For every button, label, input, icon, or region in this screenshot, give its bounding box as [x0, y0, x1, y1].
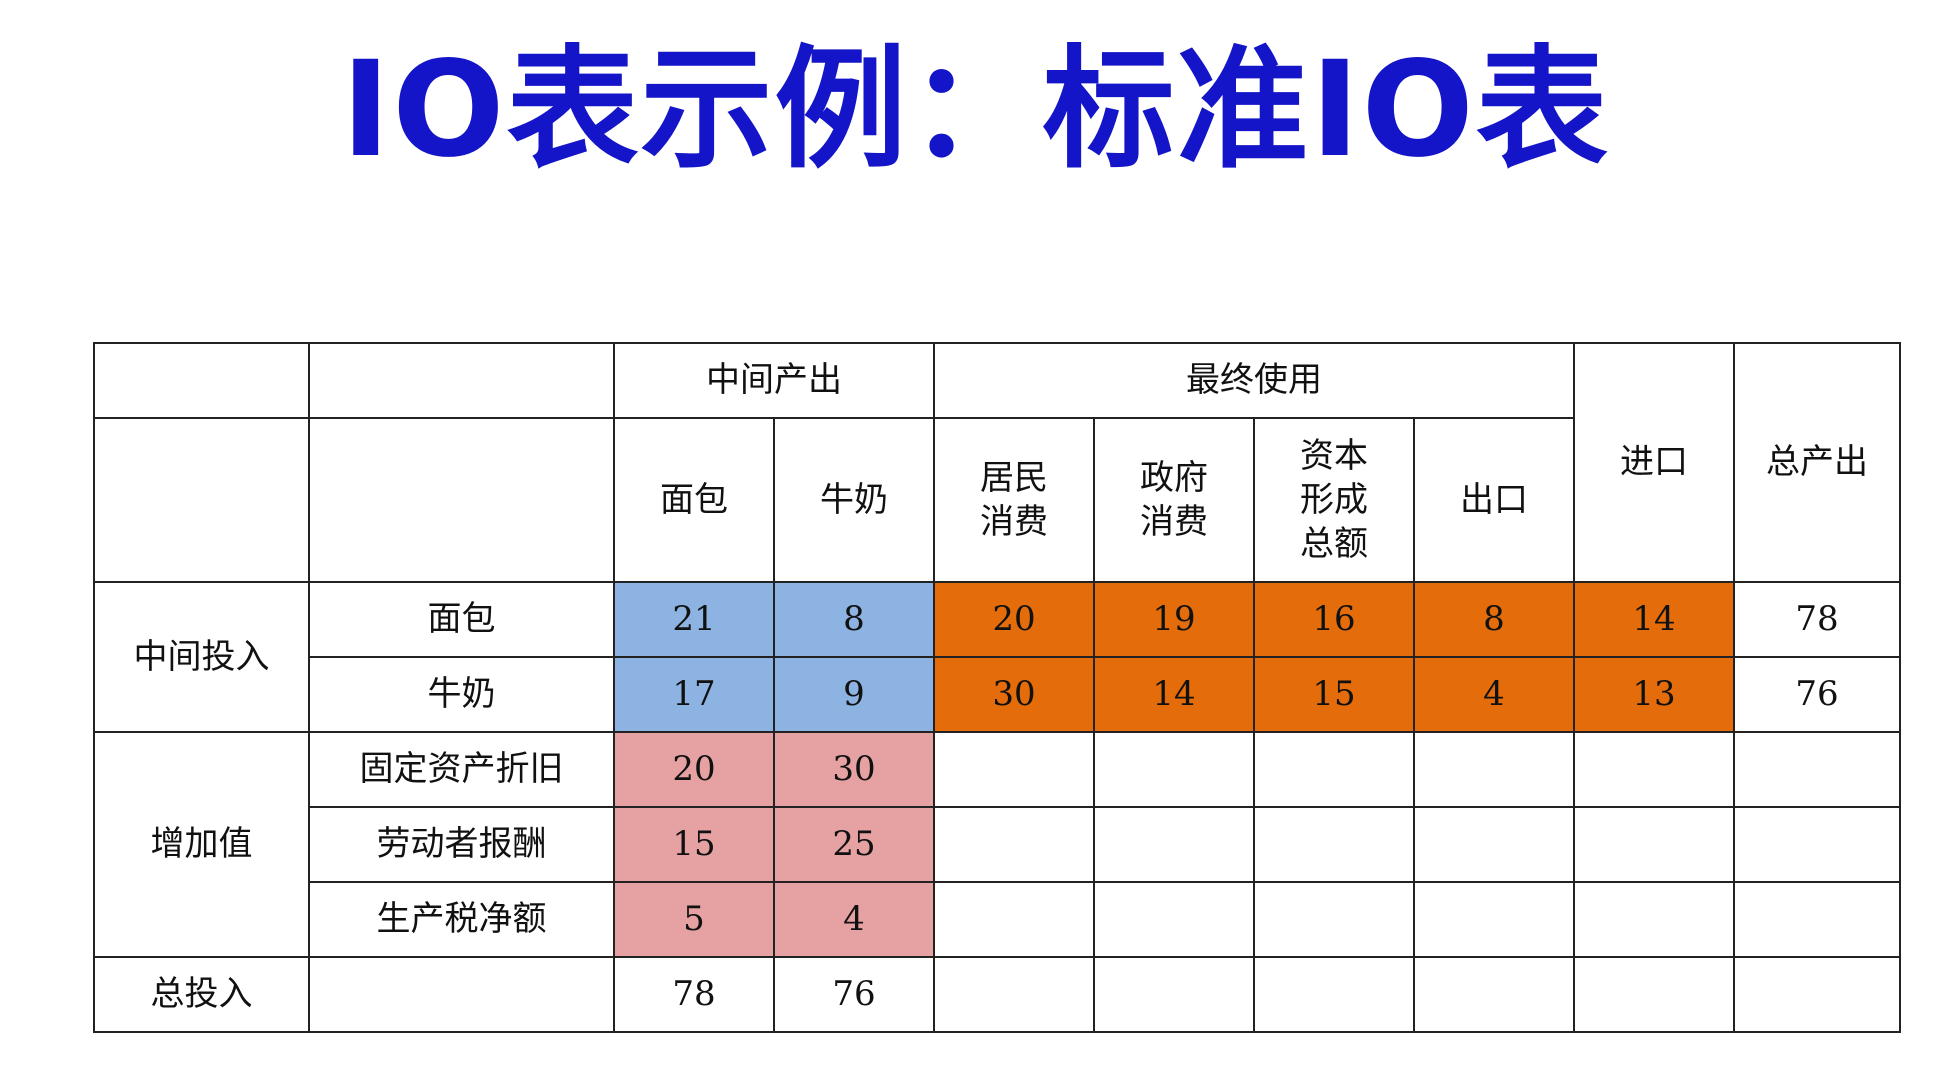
row-label-compensation: 劳动者报酬 — [308, 806, 615, 883]
empty-cell — [1573, 806, 1735, 883]
cell-bread-milk: 8 — [773, 581, 935, 658]
row-label-milk: 牛奶 — [308, 656, 615, 733]
row-group-value-added: 增加值 — [93, 731, 310, 958]
header-government-consumption: 政府 消费 — [1093, 417, 1255, 583]
empty-cell — [1573, 881, 1735, 958]
empty-cell — [1413, 806, 1575, 883]
cell-bread-export: 8 — [1413, 581, 1575, 658]
empty-cell — [1253, 881, 1415, 958]
header-household-consumption: 居民 消费 — [933, 417, 1095, 583]
empty-cell — [1253, 731, 1415, 808]
empty-cell — [933, 806, 1095, 883]
empty-cell — [1413, 731, 1575, 808]
row-group-intermediate-input: 中间投入 — [93, 581, 310, 733]
empty-cell — [1733, 731, 1901, 808]
cell-tax-milk: 4 — [773, 881, 935, 958]
empty-cell — [1253, 806, 1415, 883]
empty-cell — [933, 881, 1095, 958]
empty-cell — [1733, 881, 1901, 958]
empty-cell — [1573, 731, 1735, 808]
empty-cell — [1093, 956, 1255, 1033]
corner-cell — [93, 342, 310, 419]
table-row-compensation: 劳动者报酬 15 25 — [94, 806, 1901, 883]
corner-cell — [308, 417, 615, 583]
row-label-bread: 面包 — [308, 581, 615, 658]
cell-depreciation-bread: 20 — [613, 731, 775, 808]
header-intermediate-output: 中间产出 — [613, 342, 935, 419]
cell-milk-household: 30 — [933, 656, 1095, 733]
row-label-total-input: 总投入 — [93, 956, 310, 1033]
empty-cell — [1573, 956, 1735, 1033]
cell-compensation-bread: 15 — [613, 806, 775, 883]
header-total-output: 总产出 — [1733, 342, 1901, 583]
row-label-depreciation: 固定资产折旧 — [308, 731, 615, 808]
table-row-total-input: 总投入 78 76 — [93, 956, 1901, 1033]
table-row-milk: 牛奶 17 9 30 14 15 4 13 76 — [94, 656, 1901, 733]
header-final-use: 最终使用 — [933, 342, 1575, 419]
empty-cell — [1093, 881, 1255, 958]
cell-bread-import: 14 — [1573, 581, 1735, 658]
header-import: 进口 — [1573, 342, 1735, 583]
empty-cell — [1413, 956, 1575, 1033]
cell-bread-household: 20 — [933, 581, 1095, 658]
empty-cell — [1093, 731, 1255, 808]
header-bread: 面包 — [613, 417, 775, 583]
empty-cell — [933, 731, 1095, 808]
cell-bread-bread: 21 — [613, 581, 775, 658]
table-row-bread: 中间投入 面包 21 8 20 19 16 8 14 78 — [93, 581, 1901, 733]
header-export: 出口 — [1413, 417, 1575, 583]
corner-cell — [308, 342, 615, 419]
cell-bread-total: 78 — [1733, 581, 1901, 658]
cell-bread-capital: 16 — [1253, 581, 1415, 658]
cell-milk-import: 13 — [1573, 656, 1735, 733]
cell-compensation-milk: 25 — [773, 806, 935, 883]
header-milk: 牛奶 — [773, 417, 935, 583]
cell-milk-bread: 17 — [613, 656, 775, 733]
page-title: IO表示例：标准IO表 — [341, 33, 1610, 187]
row-label-tax: 生产税净额 — [308, 881, 615, 958]
header-gross-capital-formation: 资本 形成 总额 — [1253, 417, 1415, 583]
empty-cell — [1733, 806, 1901, 883]
corner-cell — [93, 417, 310, 583]
empty-cell — [1733, 956, 1901, 1033]
cell-total-input-milk: 76 — [773, 956, 935, 1033]
header-row-1: 中间产出 最终使用 进口 总产出 — [93, 342, 1901, 583]
cell-milk-government: 14 — [1093, 656, 1255, 733]
cell-milk-milk: 9 — [773, 656, 935, 733]
cell-tax-bread: 5 — [613, 881, 775, 958]
cell-total-input-bread: 78 — [613, 956, 775, 1033]
empty-cell — [1253, 956, 1415, 1033]
table-row-tax: 生产税净额 5 4 — [94, 881, 1901, 958]
table-row-depreciation: 增加值 固定资产折旧 20 30 — [93, 731, 1901, 958]
cell-milk-export: 4 — [1413, 656, 1575, 733]
empty-cell — [1093, 806, 1255, 883]
cell-milk-capital: 15 — [1253, 656, 1415, 733]
empty-cell — [1413, 881, 1575, 958]
io-table: 中间产出 最终使用 进口 总产出 面包 牛奶 居民 消费 政府 消费 资本 形成 总额 … — [93, 342, 1901, 1033]
cell-bread-government: 19 — [1093, 581, 1255, 658]
empty-cell — [933, 956, 1095, 1033]
cell-milk-total: 76 — [1733, 656, 1901, 733]
empty-cell — [308, 956, 615, 1033]
cell-depreciation-milk: 30 — [773, 731, 935, 808]
